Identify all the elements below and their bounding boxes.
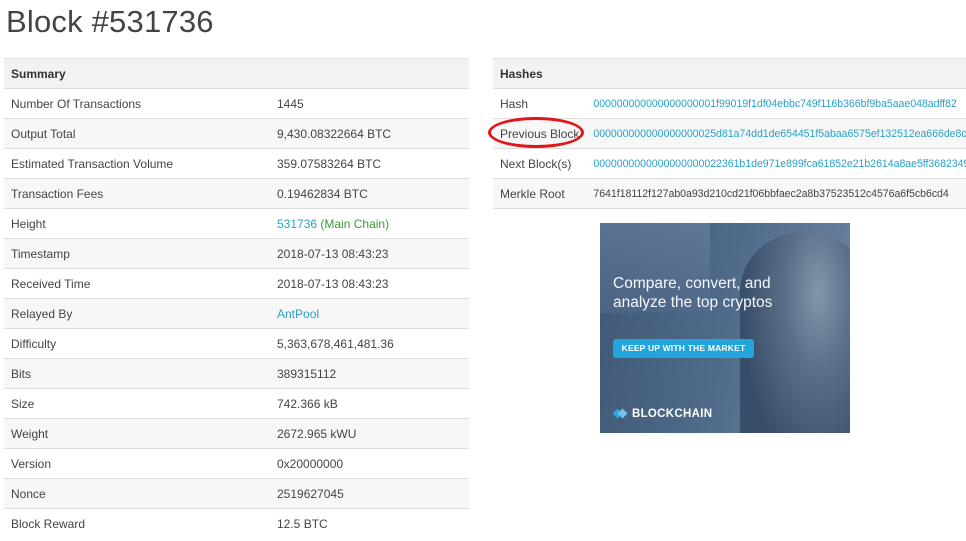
row-value: 5,363,678,461,481.36	[270, 328, 469, 359]
advertisement-banner[interactable]: Compare, convert, and analyze the top cr…	[600, 223, 850, 433]
row-value: 9,430.08322664 BTC	[270, 118, 469, 149]
table-row: Block Reward 12.5 BTC	[4, 508, 469, 538]
row-value: 0x20000000	[270, 448, 469, 479]
next-block-value: 0000000000000000000022361b1de971e899fca6…	[586, 148, 966, 179]
row-value: 1445	[270, 88, 469, 119]
row-label: Difficulty	[4, 328, 270, 359]
table-row: Number Of Transactions 1445	[4, 88, 469, 119]
summary-table: Summary Number Of Transactions 1445 Outp…	[4, 58, 469, 538]
row-label: Weight	[4, 418, 270, 449]
table-row: Output Total 9,430.08322664 BTC	[4, 118, 469, 149]
table-row: Previous Block 000000000000000000025d81a…	[493, 118, 966, 149]
main-chain-label: (Main Chain)	[320, 216, 390, 231]
row-value: 2018-07-13 08:43:23	[270, 238, 469, 269]
row-value: 2519627045	[270, 478, 469, 509]
table-row: Bits 389315112	[4, 358, 469, 389]
table-row: Estimated Transaction Volume 359.0758326…	[4, 148, 469, 179]
table-row: Version 0x20000000	[4, 448, 469, 479]
row-label: Relayed By	[4, 298, 270, 329]
row-value: 389315112	[270, 358, 469, 389]
ad-brand-logo: BLOCKCHAIN	[612, 407, 713, 420]
ad-brand-name: BLOCKCHAIN	[632, 407, 713, 420]
relayed-by-link[interactable]: AntPool	[277, 307, 319, 321]
table-row: Received Time 2018-07-13 08:43:23	[4, 268, 469, 299]
row-label: Transaction Fees	[4, 178, 270, 209]
previous-block-value: 000000000000000000025d81a74dd1de654451f5…	[586, 118, 966, 149]
table-row: Merkle Root 7641f18112f127ab0a93d210cd21…	[493, 178, 966, 209]
row-value: 2672.965 kWU	[270, 418, 469, 449]
table-row: Relayed By AntPool	[4, 298, 469, 329]
row-label: Timestamp	[4, 238, 270, 269]
row-label: Received Time	[4, 268, 270, 299]
previous-block-label: Previous Block	[493, 118, 587, 149]
table-row: Transaction Fees 0.19462834 BTC	[4, 178, 469, 209]
table-row: Hash 000000000000000000001f99019f1df04eb…	[493, 88, 966, 119]
next-block-label: Next Block(s)	[493, 148, 587, 179]
merkle-root-value: 7641f18112f127ab0a93d210cd21f06bbfaec2a8…	[586, 178, 966, 209]
merkle-root-label: Merkle Root	[493, 178, 587, 209]
ad-cta-button[interactable]: KEEP UP WITH THE MARKET	[613, 339, 754, 358]
table-row: Difficulty 5,363,678,461,481.36	[4, 328, 469, 359]
row-label: Number Of Transactions	[4, 88, 270, 119]
previous-block-link[interactable]: 000000000000000000025d81a74dd1de654451f5…	[593, 128, 966, 140]
row-label: Output Total	[4, 118, 270, 149]
row-label: Size	[4, 388, 270, 419]
page-title: Block #531736	[6, 4, 214, 39]
table-row: Height 531736 (Main Chain)	[4, 208, 469, 239]
ad-person-image	[740, 233, 850, 433]
row-label: Version	[4, 448, 270, 479]
height-value: 531736 (Main Chain)	[270, 208, 469, 239]
row-value: 742.366 kB	[270, 388, 469, 419]
summary-header: Summary	[4, 58, 469, 89]
hash-label: Hash	[493, 88, 587, 119]
table-row: Size 742.366 kB	[4, 388, 469, 419]
blockchain-logo-icon	[612, 407, 628, 420]
row-label: Estimated Transaction Volume	[4, 148, 270, 179]
height-link[interactable]: 531736	[277, 217, 317, 231]
table-row: Next Block(s) 0000000000000000000022361b…	[493, 148, 966, 179]
next-block-link[interactable]: 0000000000000000000022361b1de971e899fca6…	[593, 158, 966, 170]
table-row: Nonce 2519627045	[4, 478, 469, 509]
hashes-header: Hashes	[493, 58, 966, 89]
row-label: Bits	[4, 358, 270, 389]
row-value: 0.19462834 BTC	[270, 178, 469, 209]
table-row: Weight 2672.965 kWU	[4, 418, 469, 449]
row-value: 359.07583264 BTC	[270, 148, 469, 179]
table-row: Timestamp 2018-07-13 08:43:23	[4, 238, 469, 269]
row-label: Block Reward	[4, 508, 270, 538]
relayed-by-value: AntPool	[270, 298, 469, 329]
row-value: 2018-07-13 08:43:23	[270, 268, 469, 299]
hash-value: 000000000000000000001f99019f1df04ebbc749…	[586, 88, 966, 119]
ad-headline: Compare, convert, and analyze the top cr…	[613, 275, 773, 311]
hashes-table: Hashes Hash 000000000000000000001f99019f…	[493, 58, 966, 209]
row-value: 12.5 BTC	[270, 508, 469, 538]
hash-link[interactable]: 000000000000000000001f99019f1df04ebbc749…	[593, 98, 956, 110]
row-label: Height	[4, 208, 270, 239]
row-label: Nonce	[4, 478, 270, 509]
